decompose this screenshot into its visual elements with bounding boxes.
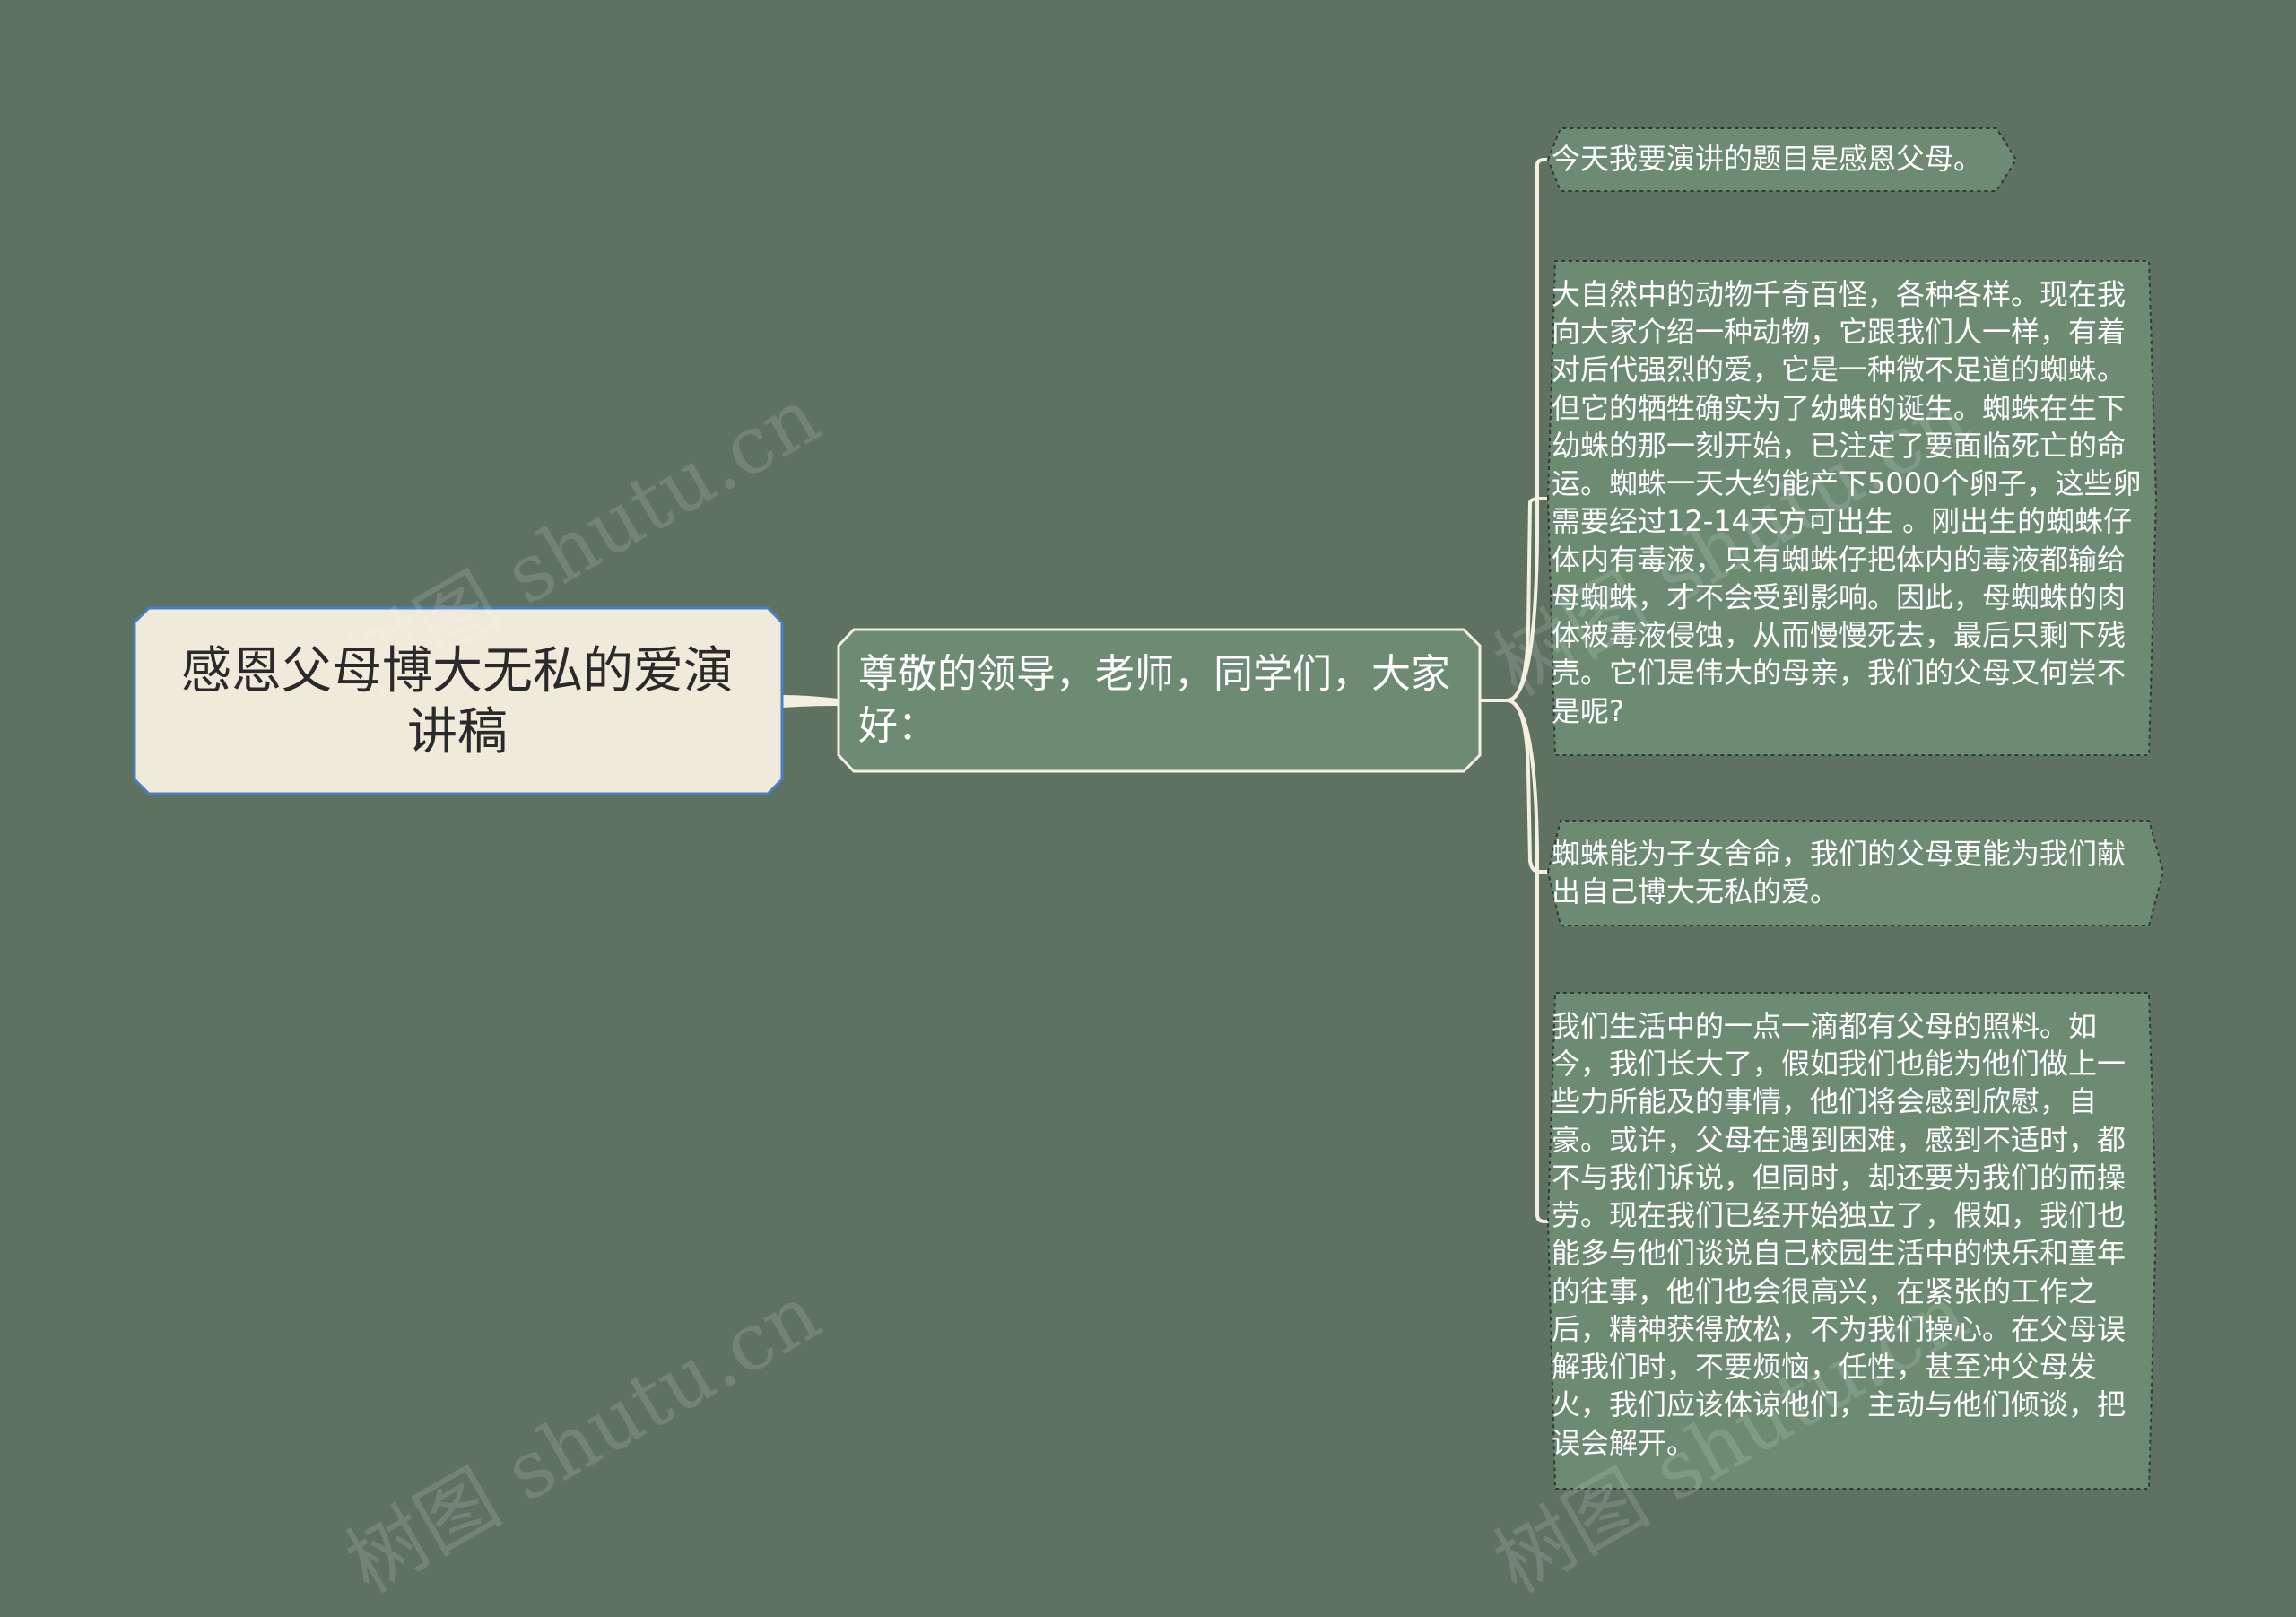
root-node-label: 感恩父母博大无私的爱演讲稿 [181, 642, 734, 761]
leaf-node-2[interactable]: 蜘蛛能为子女舍命，我们的父母更能为我们献出自己博大无私的爱。 [1548, 835, 2154, 910]
leaf-node-3-label: 我们生活中的一点一滴都有父母的照料。如今，我们长大了，假如我们也能为他们做上一些… [1552, 1009, 2126, 1460]
root-node[interactable]: 感恩父母博大无私的爱演讲稿 [135, 610, 780, 794]
connector-root-mid [781, 694, 839, 709]
mid-node[interactable]: 尊敬的领导，老师，同学们，大家好： [839, 630, 1480, 771]
leaf-node-3[interactable]: 我们生活中的一点一滴都有父母的照料。如今，我们长大了，假如我们也能为他们做上一些… [1548, 1007, 2154, 1462]
mid-node-label: 尊敬的领导，老师，同学们，大家好： [858, 650, 1450, 749]
leaf-node-2-label: 蜘蛛能为子女舍命，我们的父母更能为我们献出自己博大无私的爱。 [1552, 837, 2126, 909]
leaf-node-1-label: 大自然中的动物千奇百怪，各种各样。现在我向大家介绍一种动物，它跟我们人一样，有着… [1552, 277, 2142, 728]
leaf-node-0[interactable]: 今天我要演讲的题目是感恩父母。 [1548, 140, 2014, 178]
leaf-node-1[interactable]: 大自然中的动物千奇百怪，各种各样。现在我向大家介绍一种动物，它跟我们人一样，有着… [1548, 275, 2154, 730]
leaf-node-0-label: 今天我要演讲的题目是感恩父母。 [1552, 142, 1983, 176]
